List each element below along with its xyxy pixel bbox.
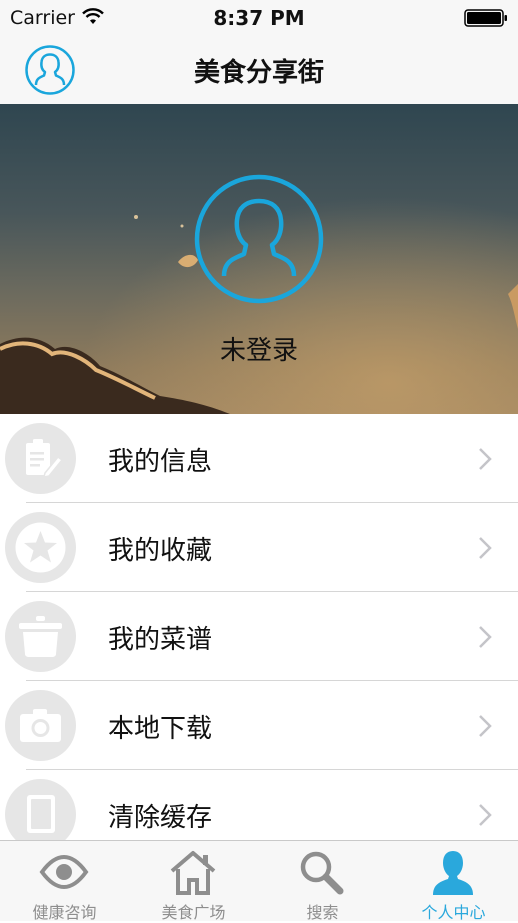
- tab-personal-center[interactable]: 个人中心: [389, 841, 518, 922]
- menu-item-label: 我的菜谱: [108, 625, 213, 655]
- tab-label: 搜索: [306, 903, 339, 922]
- menu-item-label: 清除缓存: [108, 803, 213, 833]
- tab-search[interactable]: 搜索: [258, 841, 387, 922]
- chevron-right-icon: [479, 626, 492, 648]
- navigation-bar: 美食分享街: [0, 40, 518, 104]
- login-status-label[interactable]: 未登录: [0, 330, 518, 367]
- person-icon: [433, 851, 473, 895]
- page-title: 美食分享街: [193, 58, 324, 88]
- pot-icon: [5, 601, 76, 672]
- menu-item-local-downloads[interactable]: 本地下载: [0, 681, 518, 770]
- settings-menu: 我的信息 我的收藏 我的菜谱 本地下载 清除缓存: [0, 414, 518, 840]
- chevron-right-icon: [479, 715, 492, 737]
- menu-item-label: 我的信息: [108, 447, 213, 477]
- user-avatar-icon[interactable]: [194, 174, 324, 304]
- menu-item-my-recipes[interactable]: 我的菜谱: [0, 592, 518, 681]
- tab-food-plaza[interactable]: 美食广场: [129, 841, 258, 922]
- profile-header: 未登录: [0, 104, 518, 414]
- chevron-right-icon: [479, 804, 492, 826]
- tab-health-consult[interactable]: 健康咨询: [0, 841, 129, 922]
- clipboard-pencil-icon: [5, 423, 76, 494]
- home-icon: [170, 851, 216, 895]
- camera-icon: [5, 690, 76, 761]
- tab-label: 健康咨询: [32, 903, 97, 922]
- status-bar: Carrier 8:37 PM: [0, 0, 518, 40]
- menu-item-label: 本地下载: [108, 714, 213, 744]
- chevron-right-icon: [479, 448, 492, 470]
- tab-label: 美食广场: [161, 903, 226, 922]
- chevron-right-icon: [479, 537, 492, 559]
- battery-icon: [464, 9, 507, 27]
- star-icon: [5, 512, 76, 583]
- notebook-icon: [5, 779, 76, 840]
- tab-bar: 健康咨询 美食广场 搜索 个人中心: [0, 840, 518, 922]
- tab-label: 个人中心: [421, 903, 486, 922]
- status-time: 8:37 PM: [213, 6, 305, 30]
- menu-item-clear-cache[interactable]: 清除缓存: [0, 770, 518, 840]
- search-icon: [300, 851, 344, 895]
- menu-item-label: 我的收藏: [108, 536, 213, 566]
- eye-icon: [39, 854, 89, 890]
- menu-item-my-favorites[interactable]: 我的收藏: [0, 503, 518, 592]
- menu-item-my-info[interactable]: 我的信息: [0, 414, 518, 503]
